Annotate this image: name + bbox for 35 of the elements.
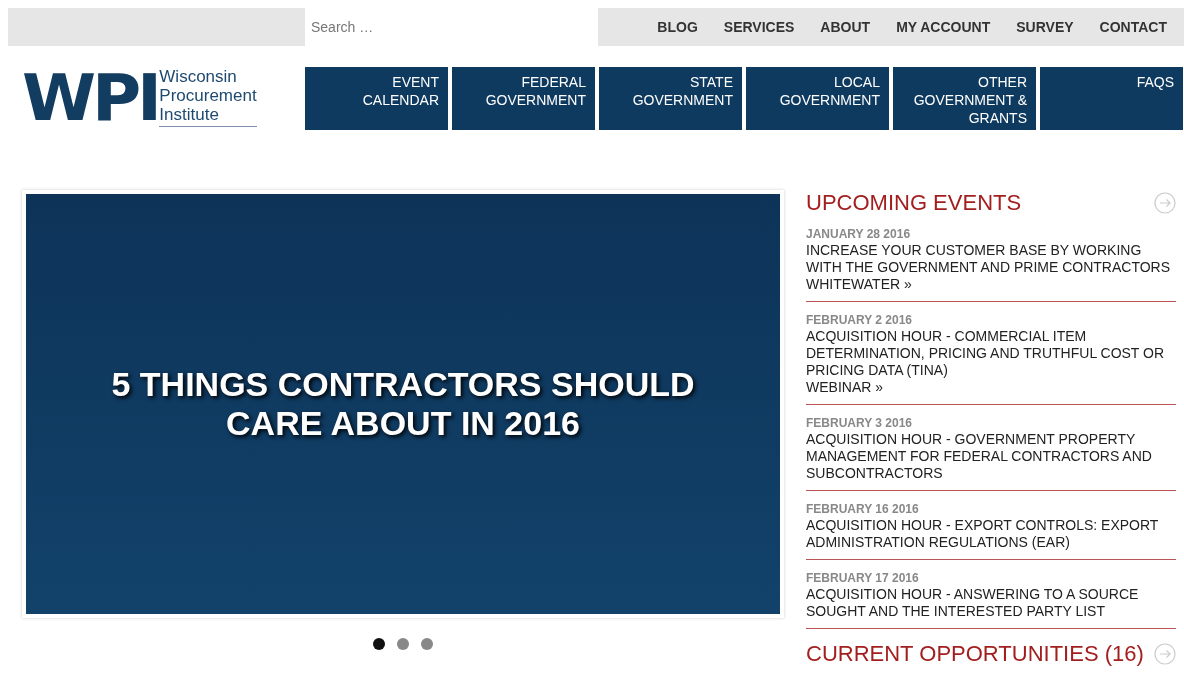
slide-dot[interactable] xyxy=(397,638,409,650)
event-location[interactable]: WHITEWATER » xyxy=(806,276,1176,293)
nav-tile[interactable]: STATE GOVERNMENT xyxy=(599,67,742,130)
section-heading[interactable]: UPCOMING EVENTS xyxy=(806,190,1022,216)
slide-dot[interactable] xyxy=(421,638,433,650)
search-field[interactable]: Search … xyxy=(305,8,598,46)
event-title[interactable]: ACQUISITION HOUR - GOVERNMENT PROPERTY MANAGEMENT FOR FEDERAL CONTRACTORS AND SUBCONTRACTORS xyxy=(806,431,1176,482)
section-heading[interactable]: CURRENT OPPORTUNITIES (16) xyxy=(806,641,1144,667)
slide-dot[interactable] xyxy=(373,638,385,650)
event-date: FEBRUARY 17 2016 xyxy=(806,570,920,586)
nav-tile[interactable]: LOCAL GOVERNMENT xyxy=(746,67,889,130)
event-date: FEBRUARY 2 2016 xyxy=(806,312,914,328)
event-location[interactable]: WEBINAR » xyxy=(806,379,1176,396)
nav-link[interactable]: ABOUT xyxy=(807,19,884,35)
nav-link[interactable]: SERVICES xyxy=(710,19,808,35)
event-title[interactable]: ACQUISITION HOUR - EXPORT CONTROLS: EXPORT ADMINISTRATION REGULATIONS (EAR) xyxy=(806,517,1176,551)
event-title[interactable]: INCREASE YOUR CUSTOMER BASE BY WORKING WITH THE GOVERNMENT AND PRIME CONTRACTORS xyxy=(806,242,1176,276)
event-title[interactable]: ACQUISITION HOUR - COMMERCIAL ITEM DETERMINATION, PRICING AND TRUTHFUL COST OR PRICING DATA (TINA) xyxy=(806,328,1176,379)
nav-link[interactable]: CONTACT xyxy=(1086,19,1180,35)
nav-link[interactable]: BLOG xyxy=(644,19,711,35)
slide-headline: 5 THINGS CONTRACTORS SHOULD CARE ABOUT IN 2016 xyxy=(110,365,696,443)
logo-text: Institute xyxy=(159,105,220,124)
nav-tile[interactable]: EVENT CALENDAR xyxy=(305,67,448,130)
event-date: JANUARY 28 2016 xyxy=(806,226,912,242)
nav-link[interactable]: MY ACCOUNT xyxy=(883,19,1004,35)
nav-tile[interactable]: FEDERAL GOVERNMENT xyxy=(452,67,595,130)
logo-mark[interactable]: WPI xyxy=(22,67,158,129)
nav-link[interactable]: SURVEY xyxy=(1003,19,1087,35)
logo-text: Wisconsin xyxy=(159,67,238,86)
event-date: FEBRUARY 3 2016 xyxy=(806,415,914,431)
event-title[interactable]: ACQUISITION HOUR - ANSWERING TO A SOURCE SOUGHT AND THE INTERESTED PARTY LIST xyxy=(806,586,1176,620)
nav-tile[interactable]: FAQS xyxy=(1040,67,1183,130)
nav-tile[interactable]: OTHER GOVERNMENT & GRANTS xyxy=(893,67,1036,130)
event-date: FEBRUARY 16 2016 xyxy=(806,501,920,517)
logo-text: Procurement xyxy=(159,86,257,105)
